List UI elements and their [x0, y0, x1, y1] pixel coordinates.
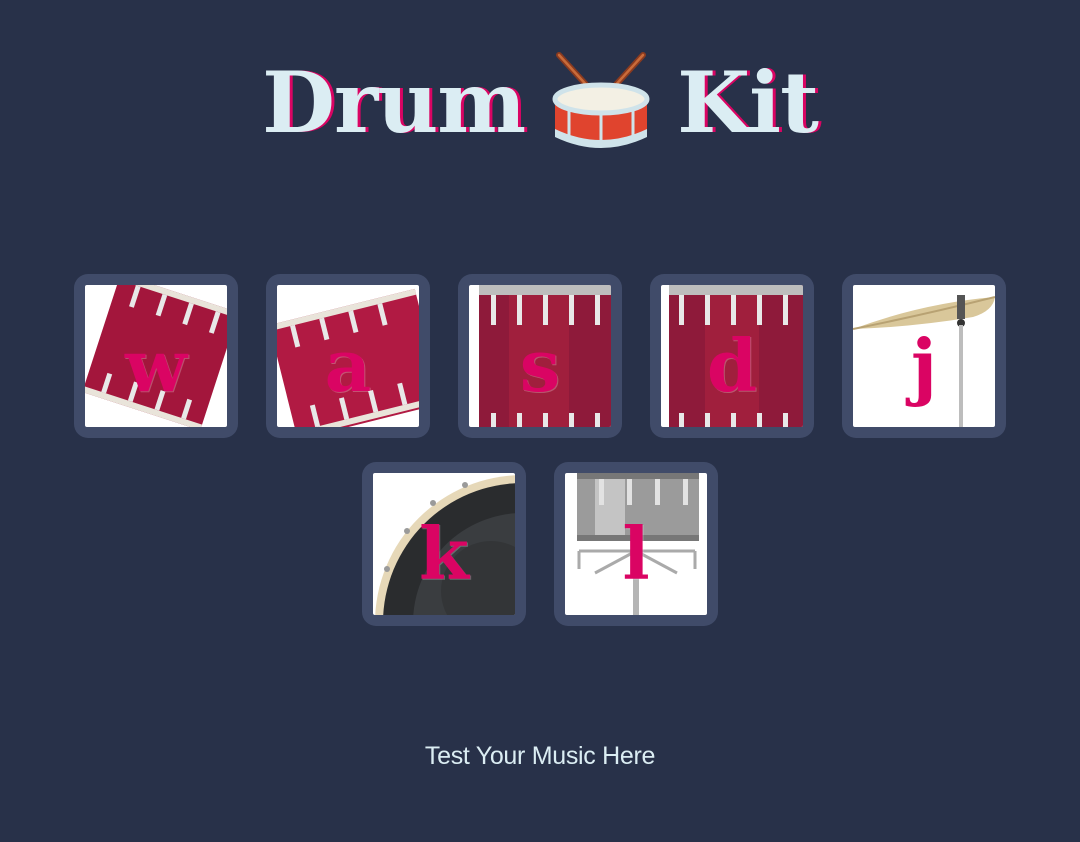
drum-pad-k[interactable]: k	[362, 462, 526, 626]
pad-image: k	[373, 473, 515, 615]
drum-pad-j[interactable]: j	[842, 274, 1006, 438]
pad-image: l	[565, 473, 707, 615]
key-letter-d: d	[706, 322, 758, 408]
title-drum-word: Drum	[262, 53, 526, 152]
title-kit-word: Kit	[677, 53, 819, 152]
page-header: Drum Kit	[0, 48, 1080, 158]
drum-emoji-icon	[552, 52, 650, 148]
drum-pad-w[interactable]: w	[74, 274, 238, 438]
pad-image: a	[277, 285, 419, 427]
key-letter-w: w	[125, 322, 187, 408]
drum-pad-s[interactable]: s	[458, 274, 622, 438]
key-letter-a: a	[324, 322, 372, 408]
key-letter-s: s	[519, 322, 561, 408]
pad-image: w	[85, 285, 227, 427]
pad-image: j	[853, 285, 995, 427]
drum-pads-row-1: w a s d j	[0, 274, 1080, 438]
drum-pads-row-2: k l	[0, 462, 1080, 626]
drum-pad-d[interactable]: d	[650, 274, 814, 438]
drum-pad-l[interactable]: l	[554, 462, 718, 626]
key-letter-l: l	[622, 510, 650, 596]
footer-caption: Test Your Music Here	[424, 742, 656, 770]
pad-image: s	[469, 285, 611, 427]
pad-image: d	[661, 285, 803, 427]
drum-pad-a[interactable]: a	[266, 274, 430, 438]
key-letter-k: k	[419, 510, 469, 596]
key-letter-j: j	[910, 322, 938, 408]
